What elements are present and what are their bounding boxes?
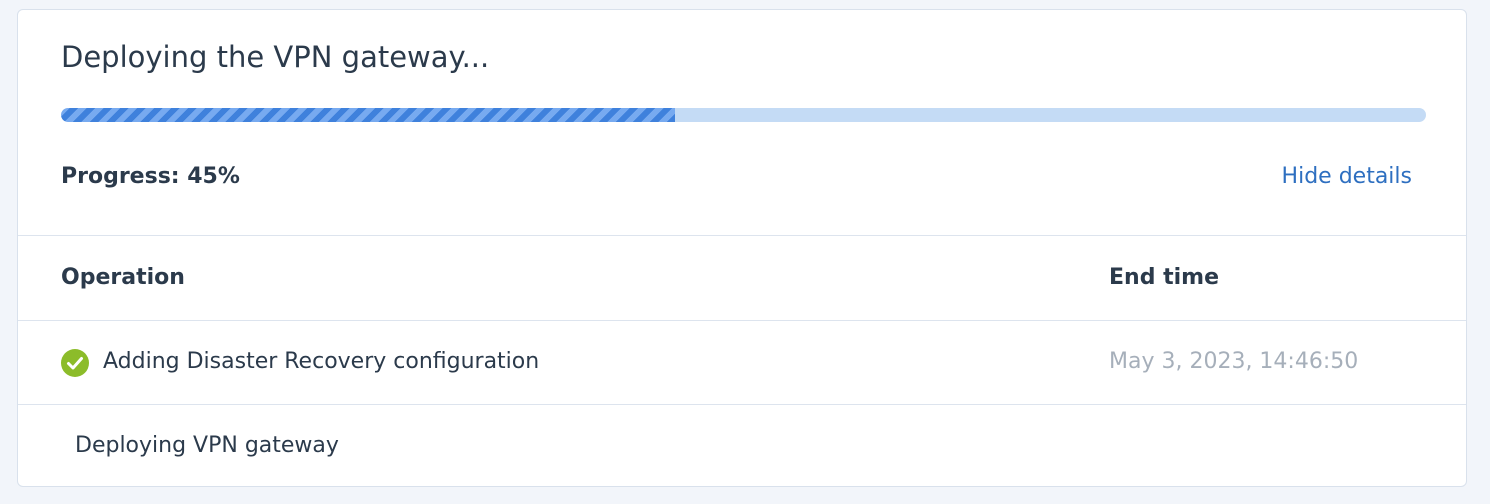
- progress-bar-fill: [61, 108, 676, 122]
- page-title: Deploying the VPN gateway...: [61, 40, 490, 74]
- progress-label: Progress: 45%: [61, 164, 240, 189]
- hide-details-link[interactable]: Hide details: [1282, 164, 1412, 189]
- operation-end-time: May 3, 2023, 14:46:50: [1109, 349, 1359, 374]
- operations-table-header: Operation End time: [18, 236, 1466, 321]
- operation-name: Adding Disaster Recovery configuration: [103, 349, 540, 374]
- operation-name: Deploying VPN gateway: [75, 433, 339, 458]
- progress-header: Deploying the VPN gateway... Progress: 4…: [18, 10, 1466, 236]
- column-header-operation: Operation: [61, 265, 185, 290]
- table-row: Deploying VPN gateway: [18, 405, 1466, 488]
- deployment-progress-card: Deploying the VPN gateway... Progress: 4…: [17, 9, 1467, 487]
- check-circle-icon: [61, 349, 89, 377]
- table-row: Adding Disaster Recovery configuration M…: [18, 321, 1466, 405]
- column-header-end-time: End time: [1109, 265, 1219, 290]
- progress-bar: [61, 108, 1426, 122]
